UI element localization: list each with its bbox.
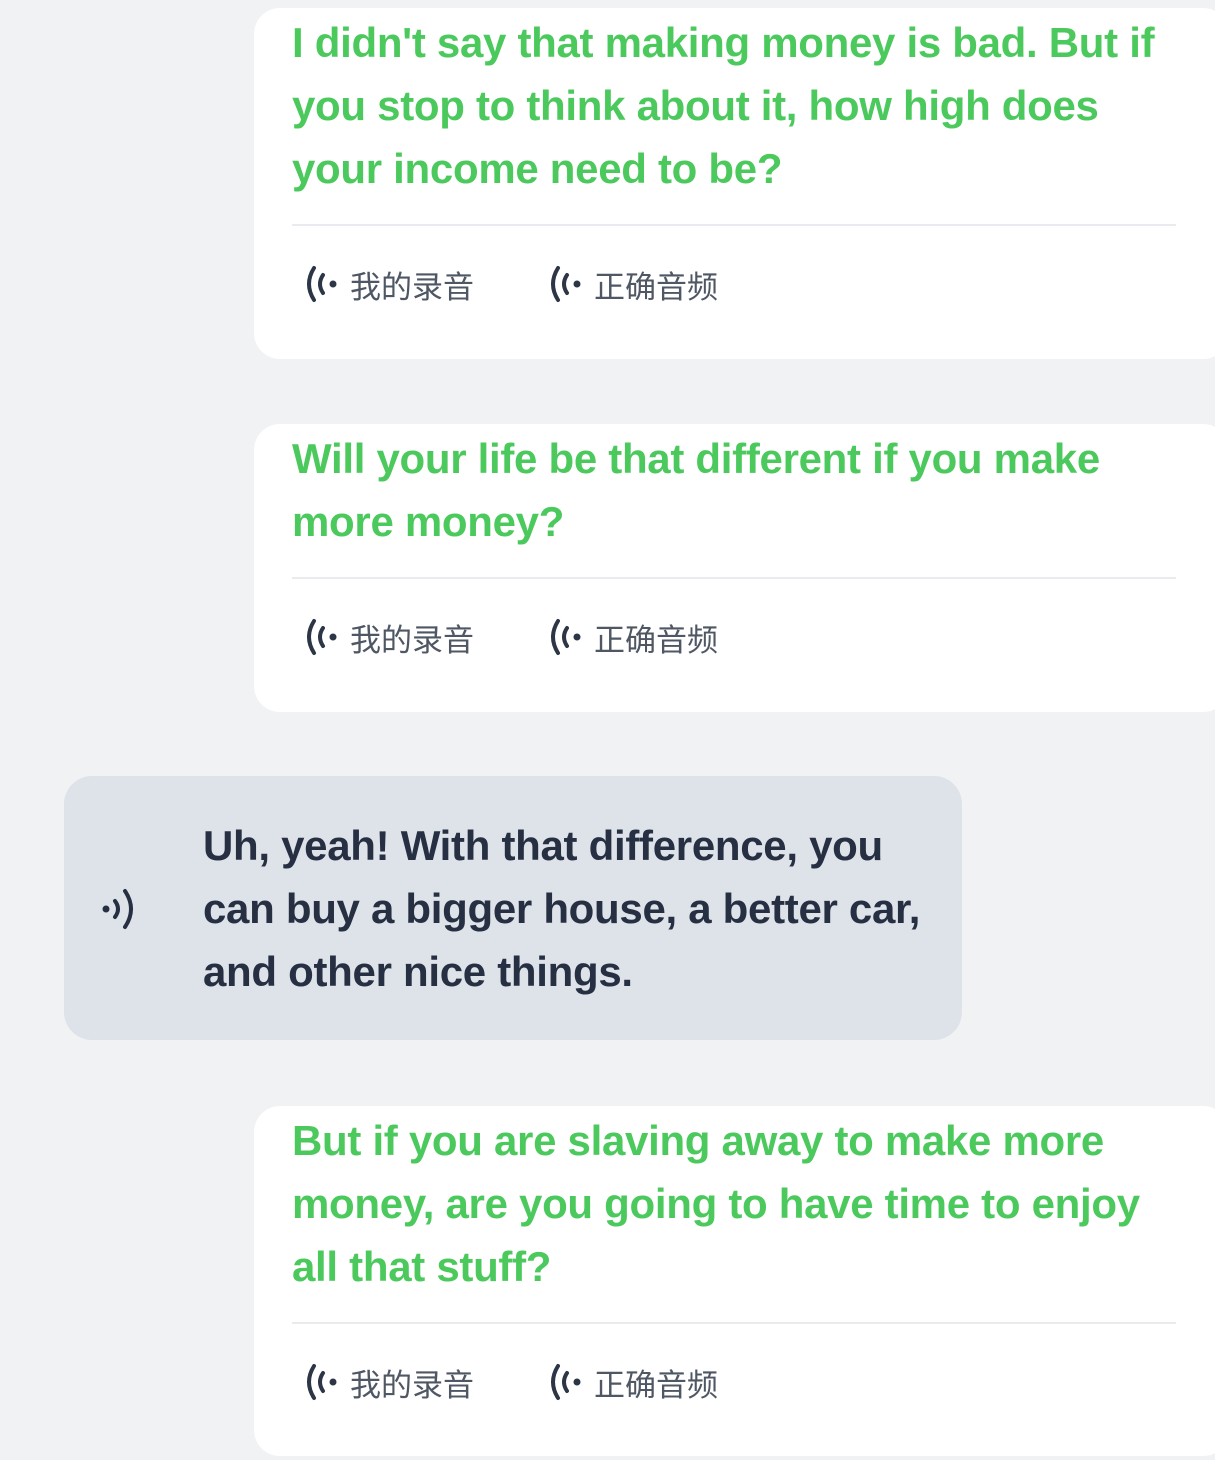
bot-message-text: Uh, yeah! With that difference, you can … xyxy=(203,822,921,995)
audio-wave-icon xyxy=(307,1364,337,1400)
my-recording-label: 我的录音 xyxy=(350,622,474,659)
user-message-card: Will your life be that different if you … xyxy=(254,424,1215,712)
user-message-text: I didn't say that making money is bad. B… xyxy=(292,19,1155,192)
correct-audio-button[interactable]: 正确音频 xyxy=(536,615,718,660)
user-message-text: But if you are slaving away to make more… xyxy=(292,1117,1140,1290)
my-recording-label: 我的录音 xyxy=(350,1367,474,1404)
user-message-card: I didn't say that making money is bad. B… xyxy=(254,8,1215,359)
correct-audio-label: 正确音频 xyxy=(594,622,718,659)
audio-wave-icon xyxy=(551,619,581,655)
audio-actions: 我的录音 正确音频 xyxy=(292,1324,1176,1440)
my-recording-button[interactable]: 我的录音 xyxy=(292,262,474,307)
user-message-text: Will your life be that different if you … xyxy=(292,435,1100,545)
user-message-card: But if you are slaving away to make more… xyxy=(254,1106,1215,1456)
audio-wave-icon xyxy=(307,619,337,655)
correct-audio-label: 正确音频 xyxy=(594,1367,718,1404)
my-recording-label: 我的录音 xyxy=(350,269,474,306)
audio-wave-icon xyxy=(551,266,581,302)
speaker-icon[interactable] xyxy=(100,886,142,932)
my-recording-button[interactable]: 我的录音 xyxy=(292,615,474,660)
my-recording-button[interactable]: 我的录音 xyxy=(292,1360,474,1405)
correct-audio-label: 正确音频 xyxy=(594,269,718,306)
audio-actions: 我的录音 正确音频 xyxy=(292,579,1176,695)
correct-audio-button[interactable]: 正确音频 xyxy=(536,262,718,307)
audio-wave-icon xyxy=(307,266,337,302)
audio-wave-icon xyxy=(551,1364,581,1400)
audio-actions: 我的录音 正确音频 xyxy=(292,226,1176,342)
correct-audio-button[interactable]: 正确音频 xyxy=(536,1360,718,1405)
